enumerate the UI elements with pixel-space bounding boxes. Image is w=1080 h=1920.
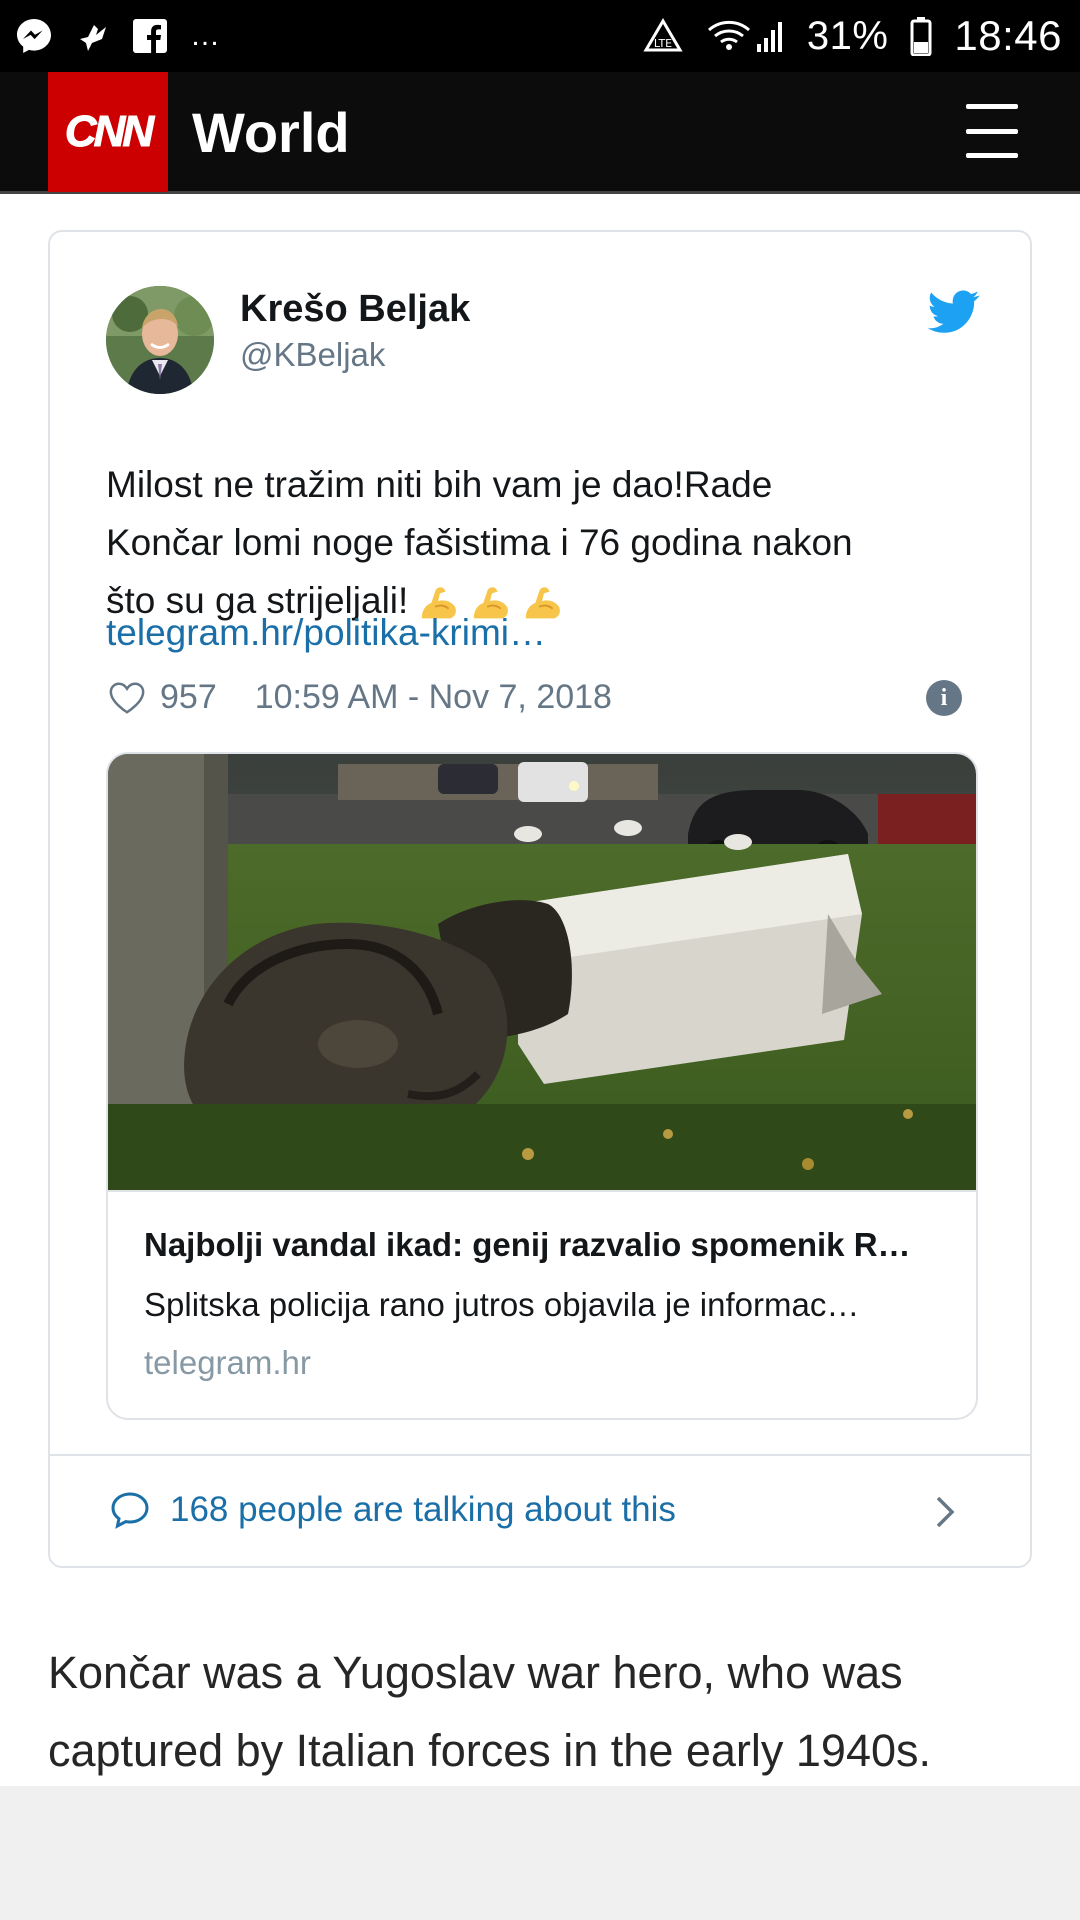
status-bar-notifications: … bbox=[14, 16, 224, 56]
cnn-logo-text: CNN bbox=[64, 107, 154, 157]
svg-text:LTE: LTE bbox=[654, 37, 672, 50]
chevron-right-icon[interactable] bbox=[934, 1492, 958, 1532]
tweet-text-line: Končar lomi noge fašistima i 76 godina n… bbox=[106, 522, 853, 563]
conversation-count-text[interactable]: 168 people are talking about this bbox=[170, 1490, 676, 1530]
article-paragraph: Končar was a Yugoslav war hero, who was … bbox=[48, 1647, 932, 1776]
facebook-icon bbox=[132, 18, 168, 54]
battery-percent: 31% bbox=[806, 13, 889, 58]
info-icon[interactable]: i bbox=[926, 680, 962, 716]
menu-bar bbox=[966, 153, 1018, 158]
tweet-meta: 957 10:59 AM - Nov 7, 2018 bbox=[108, 678, 612, 717]
battery-icon bbox=[910, 16, 932, 56]
link-preview-description: Splitska policija rano jutros objavila j… bbox=[144, 1286, 860, 1323]
avatar[interactable] bbox=[106, 286, 214, 394]
messenger-icon bbox=[14, 16, 54, 56]
tweet-author-handle[interactable]: @KBeljak bbox=[240, 336, 385, 374]
speech-bubble-icon bbox=[111, 1492, 149, 1529]
data-saver-icon: LTE bbox=[643, 18, 683, 54]
cnn-logo[interactable]: CNN bbox=[48, 72, 168, 192]
section-title[interactable]: World bbox=[192, 100, 350, 165]
conversation-link[interactable]: 168 people are talking about this bbox=[50, 1454, 1030, 1566]
clock: 18:46 bbox=[954, 12, 1062, 59]
link-preview-image[interactable] bbox=[108, 754, 976, 1190]
hamburger-menu-button[interactable] bbox=[966, 104, 1022, 158]
link-preview-card[interactable]: Najbolji vandal ikad: genij razvalio spo… bbox=[106, 752, 978, 1420]
tweet-link[interactable]: telegram.hr/politika-krimi… bbox=[106, 612, 546, 654]
embedded-tweet[interactable]: Krešo Beljak @KBeljak Milost ne tražim n… bbox=[48, 230, 1032, 1568]
tweet-timestamp[interactable]: 10:59 AM - Nov 7, 2018 bbox=[255, 678, 612, 717]
heart-icon[interactable] bbox=[108, 680, 146, 716]
page: … LTE 31% 18:46 CNN World Krešo Beljak @… bbox=[0, 0, 1080, 1920]
tweet-author-name[interactable]: Krešo Beljak bbox=[240, 288, 470, 331]
like-count[interactable]: 957 bbox=[160, 678, 217, 717]
link-preview-body[interactable]: Najbolji vandal ikad: genij razvalio spo… bbox=[108, 1190, 976, 1418]
menu-bar bbox=[966, 128, 1018, 134]
menu-bar bbox=[966, 104, 1018, 109]
link-preview-title[interactable]: Najbolji vandal ikad: genij razvalio spo… bbox=[144, 1226, 944, 1264]
bird-notification-icon bbox=[76, 19, 110, 53]
twitter-bird-icon[interactable] bbox=[927, 290, 980, 334]
status-bar-system: LTE 31% 18:46 bbox=[643, 12, 1062, 60]
wifi-signal-icon bbox=[705, 16, 785, 56]
tweet-text: Milost ne tražim niti bih vam je dao!Rad… bbox=[106, 456, 986, 630]
site-header: CNN World bbox=[0, 72, 1080, 194]
page-bottom-area bbox=[0, 1786, 1080, 1920]
tweet-text-line: Milost ne tražim niti bih vam je dao!Rad… bbox=[106, 464, 773, 505]
article-content: Krešo Beljak @KBeljak Milost ne tražim n… bbox=[0, 194, 1080, 1786]
status-bar: … LTE 31% 18:46 bbox=[0, 0, 1080, 72]
link-preview-domain: telegram.hr bbox=[144, 1344, 311, 1381]
more-notifications-indicator: … bbox=[190, 19, 224, 52]
